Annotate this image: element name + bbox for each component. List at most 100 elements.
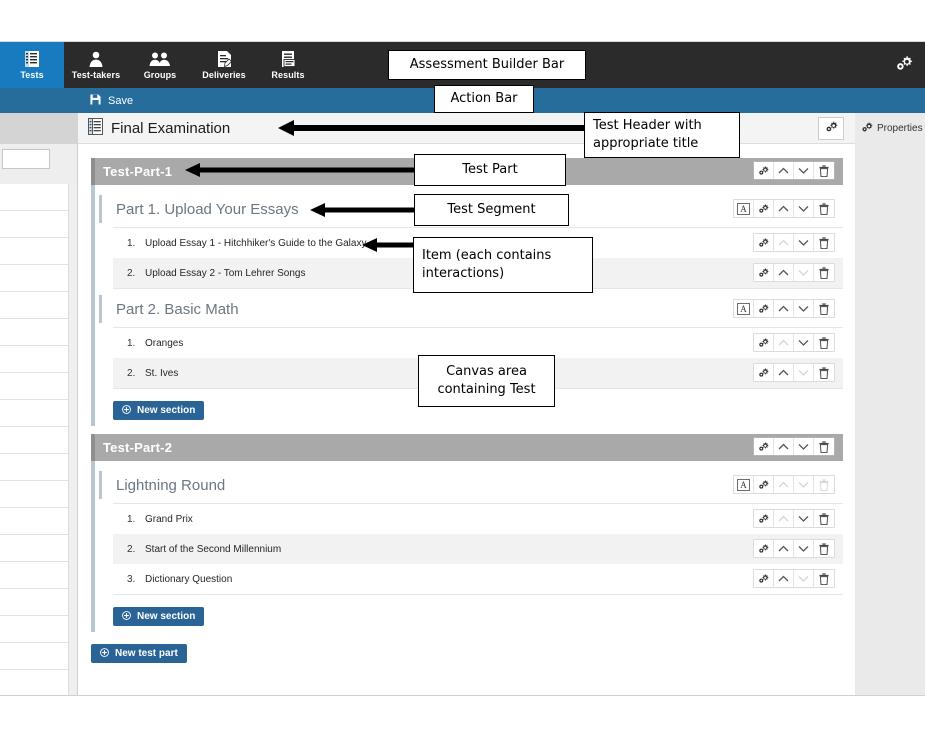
item-row[interactable]: 3. Dictionary Question	[113, 564, 843, 594]
text-format-button[interactable]: A	[734, 300, 754, 317]
move-down-button[interactable]	[794, 438, 814, 455]
list-item[interactable]	[0, 535, 68, 562]
save-button[interactable]: Save	[86, 88, 137, 113]
delete-button[interactable]	[814, 438, 834, 455]
settings-gear-button[interactable]	[754, 234, 774, 251]
settings-gear-button[interactable]	[754, 438, 774, 455]
sidebar-list	[0, 184, 68, 697]
nav-item-test-takers[interactable]: Test-takers	[64, 42, 128, 88]
move-up-button[interactable]	[774, 300, 794, 317]
move-down-button[interactable]	[794, 200, 814, 217]
properties-tab[interactable]: Properties	[855, 113, 925, 144]
move-up-button[interactable]	[774, 162, 794, 179]
list-item[interactable]	[0, 238, 68, 265]
settings-gear-button[interactable]	[754, 570, 774, 587]
nav-item-tests[interactable]: Tests	[0, 42, 64, 88]
nav-item-groups[interactable]: Groups	[128, 42, 192, 88]
settings-gear-button[interactable]	[754, 300, 774, 317]
list-item[interactable]	[0, 454, 68, 481]
new-section-button[interactable]: New section	[113, 607, 205, 626]
delete-button[interactable]	[814, 234, 834, 251]
control-group	[753, 233, 835, 252]
new-section-button-label: New section	[137, 405, 196, 416]
list-item[interactable]	[0, 184, 68, 211]
nav-item-results[interactable]: Results	[256, 42, 320, 88]
move-down-button[interactable]	[794, 162, 814, 179]
trash-icon	[819, 236, 829, 249]
move-up-button[interactable]	[774, 540, 794, 557]
delete-button[interactable]	[814, 300, 834, 317]
list-item[interactable]	[0, 319, 68, 346]
list-item[interactable]	[0, 211, 68, 238]
list-item[interactable]	[0, 292, 68, 319]
move-down-button[interactable]	[794, 510, 814, 527]
list-item[interactable]	[0, 481, 68, 508]
new-section-button[interactable]: New section	[113, 401, 205, 420]
section-header[interactable]: Part 2. Basic Math A	[99, 295, 843, 323]
list-item[interactable]	[0, 346, 68, 373]
list-item[interactable]	[0, 562, 68, 589]
settings-gear-button[interactable]	[754, 476, 774, 493]
move-up-button[interactable]	[774, 264, 794, 281]
text-format-button[interactable]: A	[734, 200, 754, 217]
settings-gear-icon[interactable]	[895, 54, 913, 77]
list-item[interactable]	[0, 670, 68, 697]
move-up-button	[774, 476, 794, 493]
sidebar-scrollbar[interactable]	[68, 184, 77, 695]
delete-button[interactable]	[814, 364, 834, 381]
plus-circle-icon	[100, 647, 109, 660]
move-up-button[interactable]	[774, 570, 794, 587]
list-item[interactable]	[0, 643, 68, 670]
delete-button[interactable]	[814, 570, 834, 587]
move-up-button[interactable]	[774, 438, 794, 455]
arrow-to-item	[362, 238, 418, 252]
move-down-button[interactable]	[794, 540, 814, 557]
delete-button[interactable]	[814, 510, 834, 527]
deliveries-icon	[216, 50, 233, 68]
settings-gear-button[interactable]	[754, 540, 774, 557]
delete-button[interactable]	[814, 264, 834, 281]
move-up-button[interactable]	[774, 364, 794, 381]
list-item[interactable]	[0, 265, 68, 292]
list-item[interactable]	[0, 616, 68, 643]
item-row[interactable]: 1. Grand Prix	[113, 504, 843, 534]
settings-gear-button[interactable]	[754, 510, 774, 527]
control-group	[753, 437, 835, 456]
settings-gear-button[interactable]	[754, 334, 774, 351]
move-down-button[interactable]	[794, 300, 814, 317]
test-section: Lightning Round A 1. Grand Prix 2. Start of t…	[95, 471, 843, 595]
settings-gear-button[interactable]	[754, 200, 774, 217]
list-item[interactable]	[0, 373, 68, 400]
list-item[interactable]	[0, 427, 68, 454]
action-bar-left-spacer	[0, 88, 78, 113]
list-item[interactable]	[0, 508, 68, 535]
chevron-up-icon	[778, 369, 789, 377]
delete-button[interactable]	[814, 540, 834, 557]
delete-button[interactable]	[814, 162, 834, 179]
settings-gear-button[interactable]	[754, 162, 774, 179]
item-row[interactable]: 1. Oranges	[113, 328, 843, 358]
delete-button[interactable]	[814, 200, 834, 217]
top-strip	[0, 0, 925, 42]
list-item[interactable]	[0, 589, 68, 616]
delete-button[interactable]	[814, 334, 834, 351]
move-down-button[interactable]	[794, 334, 814, 351]
item-number: 2.	[127, 543, 136, 555]
test-settings-button[interactable]	[818, 117, 844, 140]
canvas-area: Test-Part-1 Part 1. Upload Your Essays A 1.…	[79, 144, 855, 695]
search-input[interactable]	[2, 149, 50, 169]
settings-gear-button[interactable]	[754, 364, 774, 381]
move-down-button[interactable]	[794, 234, 814, 251]
nav-item-deliveries[interactable]: Deliveries	[192, 42, 256, 88]
chevron-up-icon	[778, 545, 789, 553]
gear-icon	[758, 573, 769, 584]
section-header[interactable]: Lightning Round A	[99, 471, 843, 499]
move-up-button[interactable]	[774, 200, 794, 217]
gear-icon	[861, 121, 873, 136]
text-format-button[interactable]: A	[734, 476, 754, 493]
list-item[interactable]	[0, 400, 68, 427]
new-test-part-button[interactable]: New test part	[91, 644, 187, 663]
settings-gear-button[interactable]	[754, 264, 774, 281]
item-row[interactable]: 2. Start of the Second Millennium	[113, 534, 843, 564]
test-part-header[interactable]: Test-Part-2	[91, 434, 843, 461]
